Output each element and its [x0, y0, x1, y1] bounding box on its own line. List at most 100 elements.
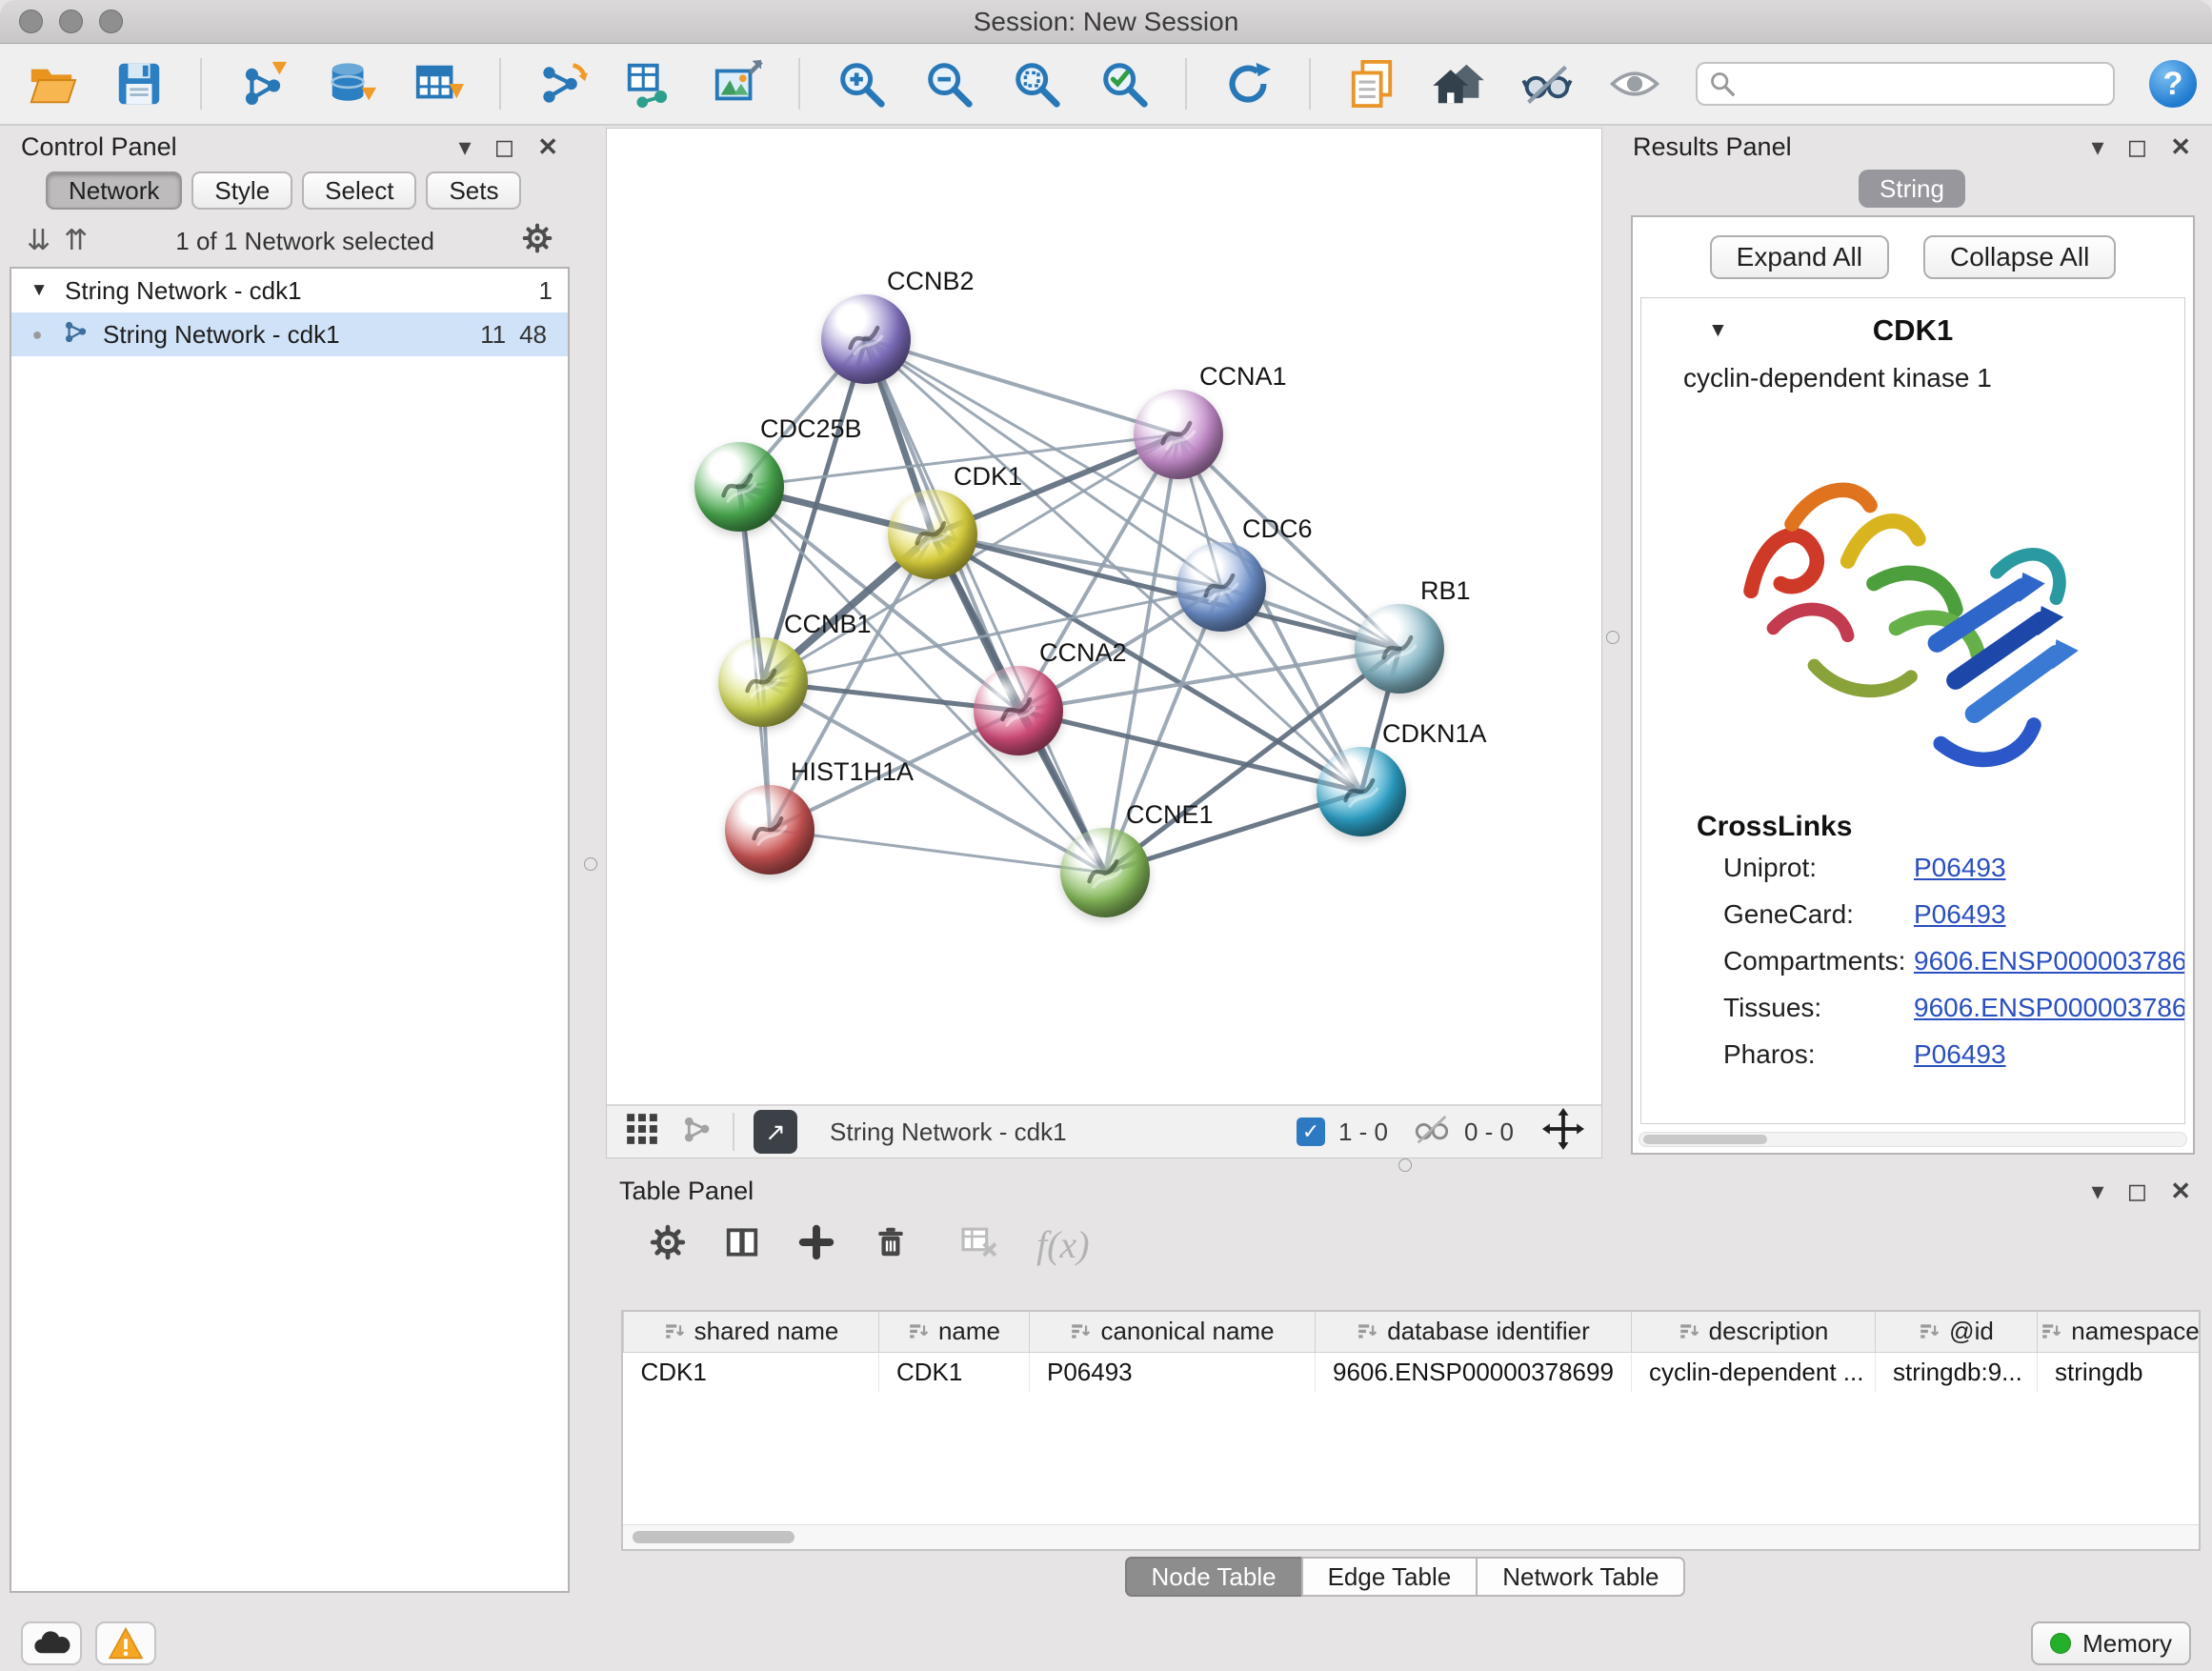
network-node-RB1[interactable] [1355, 604, 1444, 694]
network-edge[interactable] [1018, 711, 1361, 792]
panel-menu-icon[interactable]: ▾ [459, 132, 472, 162]
column-header[interactable]: name [879, 1312, 1030, 1352]
network-node-CCNA1[interactable] [1134, 390, 1223, 479]
network-edge[interactable] [866, 339, 1105, 873]
panel-float-icon[interactable]: ◻ [2127, 1177, 2148, 1206]
crosslink-link[interactable]: P06493 [1914, 899, 2185, 930]
hidden-counter: 0 - 0 [1464, 1117, 1514, 1147]
network-node-CDC6[interactable] [1176, 542, 1266, 632]
panel-menu-icon[interactable]: ▾ [2092, 1177, 2104, 1206]
network-node-CCNA2[interactable] [974, 666, 1063, 755]
zoom-in-icon[interactable] [835, 57, 888, 111]
tab-node-table[interactable]: Node Table [1125, 1557, 1303, 1597]
save-session-icon[interactable] [112, 57, 166, 111]
panel-float-icon[interactable]: ◻ [2127, 132, 2148, 162]
detach-view-button[interactable]: ↗ [754, 1110, 797, 1154]
splitter-handle[interactable] [1606, 631, 1619, 644]
network-canvas[interactable]: CCNB2CCNA1CDC25BCDK1CDC6RB1CCNB1CCNA2CDK… [607, 129, 1601, 1104]
hide-unhide-icon[interactable] [1520, 57, 1574, 111]
column-header[interactable]: @id [1876, 1312, 2038, 1352]
minimize-button[interactable] [59, 10, 83, 33]
selected-checkbox-icon[interactable]: ✓ [1297, 1117, 1325, 1146]
tab-style[interactable]: Style [191, 171, 292, 210]
string-tab-badge[interactable]: String [1859, 170, 1965, 208]
tab-network[interactable]: Network [46, 171, 182, 210]
export-image-icon[interactable] [711, 57, 764, 111]
column-settings-gear-icon[interactable] [650, 1224, 686, 1265]
panel-close-icon[interactable]: ✕ [2170, 1177, 2191, 1206]
table-row[interactable]: CDK1CDK1P064939606.ENSP00000378699cyclin… [624, 1352, 2202, 1392]
tab-sets[interactable]: Sets [426, 171, 521, 210]
tab-network-table[interactable]: Network Table [1476, 1557, 1685, 1597]
network-node-CDK1[interactable] [888, 490, 977, 579]
delete-columns-trash-icon[interactable] [873, 1224, 909, 1265]
new-network-icon[interactable] [535, 57, 589, 111]
network-node-CDKN1A[interactable] [1317, 747, 1406, 836]
network-collection-row[interactable]: ▼ String Network - cdk1 1 [11, 269, 568, 312]
string-home-icon[interactable] [1433, 57, 1486, 111]
toolbar-search[interactable] [1696, 62, 2115, 106]
collapse-all-icon[interactable]: ⇈ [64, 227, 88, 255]
zoom-fit-icon[interactable] [1010, 57, 1063, 111]
import-network-from-database-icon[interactable] [324, 57, 377, 111]
panel-float-icon[interactable]: ◻ [494, 132, 515, 162]
close-button[interactable] [19, 10, 43, 33]
refresh-view-icon[interactable] [1221, 57, 1275, 111]
collapse-arrow-icon[interactable]: ▼ [27, 280, 51, 301]
network-view-footer: ↗ String Network - cdk1 ✓ 1 - 0 0 - 0 [607, 1104, 1601, 1158]
column-header[interactable]: shared name [624, 1312, 879, 1352]
network-node-CCNB1[interactable] [718, 637, 808, 727]
panel-menu-icon[interactable]: ▾ [2092, 132, 2104, 162]
import-network-from-file-icon[interactable] [236, 57, 290, 111]
panel-close-icon[interactable]: ✕ [2170, 132, 2191, 162]
cloud-icon [30, 1629, 72, 1658]
network-edge[interactable] [770, 830, 1105, 873]
network-options-gear-icon[interactable] [522, 223, 553, 260]
network-node-CDC25B[interactable] [694, 442, 784, 532]
memory-button[interactable]: Memory [2031, 1621, 2191, 1665]
create-column-icon[interactable] [798, 1224, 835, 1265]
birdseye-grid-icon[interactable] [624, 1111, 660, 1154]
column-header[interactable]: namespace [2038, 1312, 2202, 1352]
crosslink-link[interactable]: 9606.ENSP00000378699 [1914, 946, 2185, 976]
results-hscrollbar[interactable] [1639, 1132, 2187, 1147]
results-panel-title: Results Panel [1633, 132, 1792, 162]
open-session-icon[interactable] [25, 57, 78, 111]
warnings-button[interactable] [95, 1621, 156, 1665]
pan-move-icon[interactable] [1542, 1108, 1584, 1157]
network-row[interactable]: ● String Network - cdk1 11 48 [11, 312, 568, 356]
tab-select[interactable]: Select [302, 171, 416, 210]
search-input[interactable] [1745, 70, 2101, 99]
network-node-CCNB2[interactable] [821, 294, 911, 384]
zoom-out-icon[interactable] [922, 57, 975, 111]
show-columns-icon[interactable] [724, 1224, 760, 1265]
copy-icon[interactable] [1345, 57, 1398, 111]
expand-all-button[interactable]: Expand All [1710, 235, 1889, 279]
crosslink-link[interactable]: 9606.ENSP00000378699 [1914, 993, 2185, 1023]
column-header[interactable]: database identifier [1316, 1312, 1632, 1352]
network-node-CCNE1[interactable] [1060, 828, 1150, 917]
network-share-icon[interactable] [679, 1112, 714, 1153]
zoom-button[interactable] [99, 10, 123, 33]
collapse-all-button[interactable]: Collapse All [1923, 235, 2116, 279]
column-header[interactable]: description [1632, 1312, 1876, 1352]
crosslink-link[interactable]: P06493 [1914, 853, 2185, 883]
new-network-from-selection-icon[interactable] [623, 57, 676, 111]
help-button[interactable]: ? [2149, 60, 2197, 108]
cloud-status-button[interactable] [21, 1621, 82, 1665]
toolbar-separator [1309, 58, 1311, 110]
crosslink-link[interactable]: P06493 [1914, 1039, 2185, 1070]
zoom-selected-icon[interactable] [1097, 57, 1151, 111]
expand-all-icon[interactable]: ⇊ [27, 227, 50, 255]
network-node-HIST1H1A[interactable] [725, 785, 814, 875]
splitter-handle[interactable] [584, 857, 597, 871]
table-hscrollbar[interactable] [623, 1524, 2199, 1549]
panel-close-icon[interactable]: ✕ [537, 132, 558, 162]
import-table-from-file-icon[interactable] [412, 57, 465, 111]
entry-collapse-icon[interactable]: ▼ [1708, 319, 1728, 342]
tab-edge-table[interactable]: Edge Table [1301, 1557, 1478, 1597]
column-header[interactable]: canonical name [1030, 1312, 1316, 1352]
splitter-handle[interactable] [1398, 1158, 1412, 1172]
network-edge[interactable] [866, 339, 1178, 434]
show-graphics-details-icon[interactable] [1608, 57, 1661, 111]
